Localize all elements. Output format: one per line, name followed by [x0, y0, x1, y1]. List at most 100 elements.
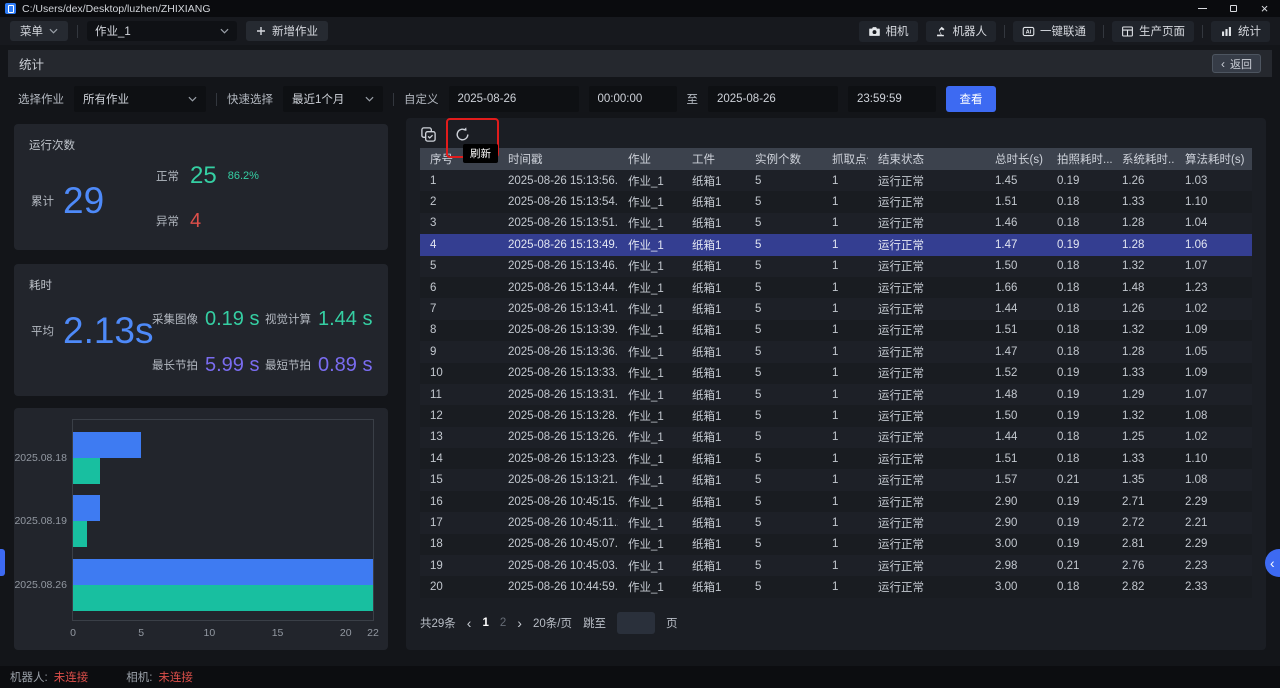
chevron-left-icon: ‹ [1270, 555, 1275, 571]
end-date-input[interactable]: 2025-08-26 [708, 86, 838, 112]
table-cell: 0.19 [1047, 410, 1112, 422]
table-cell: 作业_1 [618, 494, 682, 510]
table-cell: 作业_1 [618, 536, 682, 552]
page-button-2[interactable]: 2 [500, 617, 506, 629]
job-select[interactable]: 作业_1 [87, 21, 237, 41]
table-row[interactable]: 172025-08-26 10:45:11.259作业_1纸箱151运行正常2.… [420, 512, 1252, 533]
table-cell: 2.23 [1175, 560, 1252, 572]
page-button-1[interactable]: 1 [482, 617, 488, 629]
column-header[interactable]: 时间戳 [498, 151, 618, 167]
menubar-button-camera[interactable]: 相机 [859, 21, 918, 42]
maximize-button[interactable] [1218, 0, 1249, 17]
x-axis-tick: 0 [70, 627, 76, 639]
table-row[interactable]: 182025-08-26 10:45:07.232作业_1纸箱151运行正常3.… [420, 534, 1252, 555]
table-cell: 17 [420, 517, 498, 529]
table-cell: 0.19 [1047, 389, 1112, 401]
table-row[interactable]: 92025-08-26 15:13:36.512作业_1纸箱151运行正常1.4… [420, 341, 1252, 362]
bar-normal-2025.08.18 [73, 458, 100, 484]
table-row[interactable]: 142025-08-26 15:13:23.941作业_1纸箱151运行正常1.… [420, 448, 1252, 469]
column-header[interactable]: 抓取点个... [822, 151, 868, 167]
table-row[interactable]: 122025-08-26 15:13:28.934作业_1纸箱151运行正常1.… [420, 405, 1252, 426]
table-row[interactable]: 202025-08-26 10:44:59.427作业_1纸箱151运行正常3.… [420, 576, 1252, 597]
table-cell: 运行正常 [868, 387, 985, 403]
table-cell: 1.57 [985, 474, 1047, 486]
table-cell: 运行正常 [868, 301, 985, 317]
table-cell: 12 [420, 410, 498, 422]
table-cell: 1 [822, 175, 868, 187]
table-cell: 作业_1 [618, 194, 682, 210]
end-time-input[interactable]: 23:59:59 [848, 86, 936, 112]
table-cell: 2025-08-26 15:13:23.941 [498, 453, 618, 465]
add-job-button[interactable]: 新增作业 [246, 21, 328, 41]
close-button[interactable]: × [1249, 0, 1280, 17]
menubar-button-stats[interactable]: 统计 [1211, 21, 1270, 42]
table-cell: 2.71 [1112, 496, 1175, 508]
copy-select-icon[interactable] [420, 126, 437, 143]
quick-select[interactable]: 最近1个月 [283, 86, 383, 112]
menubar-button-production[interactable]: 生产页面 [1112, 21, 1194, 42]
right-drawer-toggle[interactable]: ‹ [1265, 549, 1280, 577]
column-header[interactable]: 系统耗时... [1112, 151, 1175, 167]
page-header: 统计 ‹ 返回 [8, 50, 1272, 77]
table-cell: 运行正常 [868, 536, 985, 552]
table-cell: 2025-08-26 15:13:46.706 [498, 260, 618, 272]
status-bar: 机器人: 未连接 相机: 未连接 [0, 666, 1280, 688]
table-row[interactable]: 102025-08-26 15:13:33.963作业_1纸箱151运行正常1.… [420, 363, 1252, 384]
menubar-button-robot[interactable]: 机器人 [926, 21, 997, 42]
table-cell: 1.10 [1175, 453, 1252, 465]
table-row[interactable]: 72025-08-26 15:13:41.553作业_1纸箱151运行正常1.4… [420, 298, 1252, 319]
table-row[interactable]: 42025-08-26 15:13:49.257作业_1纸箱151运行正常1.4… [420, 234, 1252, 255]
job-filter-select[interactable]: 所有作业 [74, 86, 206, 112]
prev-page-button[interactable]: ‹ [467, 616, 472, 630]
x-axis-tick: 20 [340, 627, 352, 639]
table-cell: 1.47 [985, 239, 1047, 251]
table-cell: 1 [822, 581, 868, 593]
table-cell: 1.33 [1112, 367, 1175, 379]
svg-text:AI: AI [1026, 29, 1032, 35]
table-row[interactable]: 32025-08-26 15:13:51.763作业_1纸箱151运行正常1.4… [420, 213, 1252, 234]
table-cell: 5 [745, 389, 822, 401]
view-button[interactable]: 查看 [946, 86, 996, 112]
table-row[interactable]: 22025-08-26 15:13:54.276作业_1纸箱151运行正常1.5… [420, 191, 1252, 212]
column-header[interactable]: 拍照耗时... [1047, 151, 1112, 167]
table-cell: 0.21 [1047, 474, 1112, 486]
column-header[interactable]: 实例个数 [745, 151, 822, 167]
start-date-input[interactable]: 2025-08-26 [449, 86, 579, 112]
table-cell: 运行正常 [868, 258, 985, 274]
table-row[interactable]: 62025-08-26 15:13:44.027作业_1纸箱151运行正常1.6… [420, 277, 1252, 298]
table-cell: 运行正常 [868, 237, 985, 253]
column-header[interactable]: 总时长(s) [985, 151, 1047, 167]
column-header[interactable]: 工件 [682, 151, 745, 167]
next-page-button[interactable]: › [517, 616, 522, 630]
back-button[interactable]: ‹ 返回 [1212, 54, 1261, 73]
per-page-label[interactable]: 20条/页 [533, 615, 572, 631]
table-cell: 0.18 [1047, 303, 1112, 315]
table-cell: 纸箱1 [682, 280, 745, 296]
menu-button[interactable]: 菜单 [10, 21, 68, 41]
column-header[interactable]: 结束状态 [868, 151, 985, 167]
jump-page-input[interactable] [617, 612, 655, 634]
chevron-down-icon [49, 28, 58, 34]
left-drawer-handle[interactable] [0, 549, 5, 576]
table-cell: 运行正常 [868, 515, 985, 531]
table-cell: 5 [745, 239, 822, 251]
menubar-button-ai-link[interactable]: AI一键联通 [1013, 21, 1095, 42]
column-header[interactable]: 算法耗时(s) [1175, 151, 1252, 167]
table-row[interactable]: 152025-08-26 15:13:21.352作业_1纸箱151运行正常1.… [420, 469, 1252, 490]
start-time-input[interactable]: 00:00:00 [589, 86, 677, 112]
table-row[interactable]: 12025-08-26 15:13:56.820作业_1纸箱151运行正常1.4… [420, 170, 1252, 191]
minimize-button[interactable] [1187, 0, 1218, 17]
table-cell: 5 [745, 346, 822, 358]
table-row[interactable]: 82025-08-26 15:13:39.010作业_1纸箱151运行正常1.5… [420, 320, 1252, 341]
table-row[interactable]: 112025-08-26 15:13:31.454作业_1纸箱151运行正常1.… [420, 384, 1252, 405]
table-cell: 2.81 [1112, 538, 1175, 550]
table-row[interactable]: 162025-08-26 10:45:15.108作业_1纸箱151运行正常2.… [420, 491, 1252, 512]
table-cell: 0.19 [1047, 367, 1112, 379]
table-row[interactable]: 52025-08-26 15:13:46.706作业_1纸箱151运行正常1.5… [420, 256, 1252, 277]
table-cell: 5 [745, 196, 822, 208]
table-row[interactable]: 132025-08-26 15:13:26.473作业_1纸箱151运行正常1.… [420, 427, 1252, 448]
table-row[interactable]: 192025-08-26 10:45:03.368作业_1纸箱151运行正常2.… [420, 555, 1252, 576]
average-time-value: 2.13s [63, 310, 154, 352]
table-cell: 2025-08-26 15:13:54.276 [498, 196, 618, 208]
column-header[interactable]: 作业 [618, 151, 682, 167]
